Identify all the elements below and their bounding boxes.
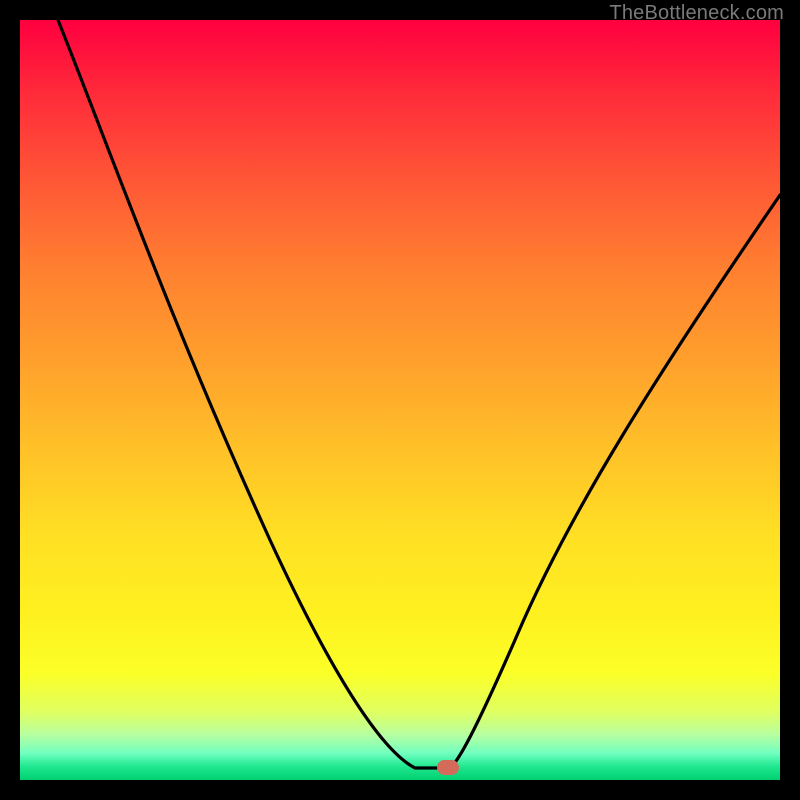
watermark-text: TheBottleneck.com xyxy=(609,2,784,25)
chart-background-gradient xyxy=(20,20,780,780)
optimum-marker xyxy=(437,760,459,775)
chart-stage: TheBottleneck.com xyxy=(0,0,800,800)
